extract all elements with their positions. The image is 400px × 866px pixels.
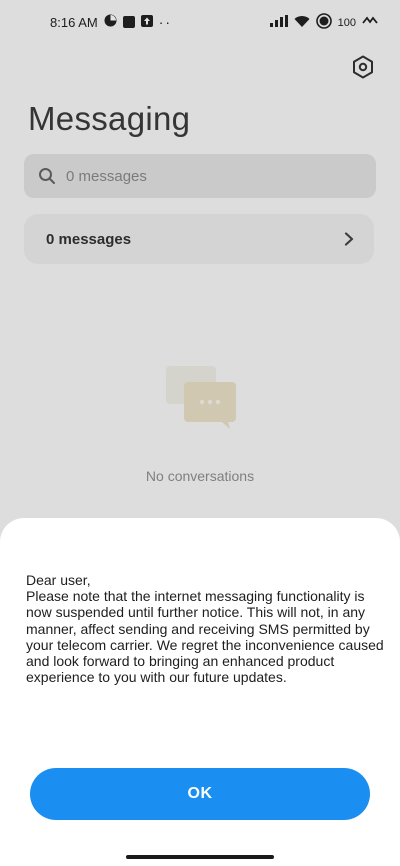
- ok-button[interactable]: OK: [30, 768, 370, 820]
- home-indicator[interactable]: [126, 855, 274, 859]
- dialog-greeting: Dear user,: [26, 572, 91, 588]
- dialog-body: Please note that the internet messaging …: [26, 588, 384, 686]
- dialog-message: Dear user, Please note that the internet…: [26, 572, 384, 685]
